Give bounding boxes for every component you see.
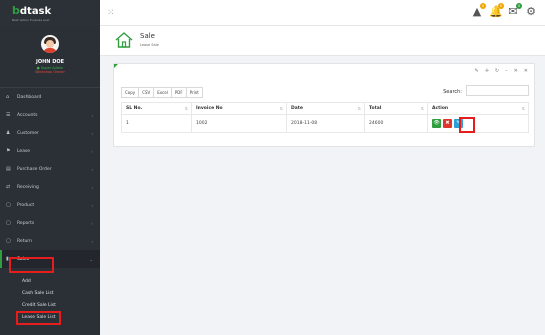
submenu-item-add[interactable]: Add bbox=[0, 275, 100, 287]
copy-button[interactable]: Copy bbox=[121, 87, 140, 98]
return-icon: ▢ bbox=[6, 238, 11, 244]
sidebar-item-return[interactable]: ▢ Return ‹ bbox=[0, 232, 100, 250]
lease-icon: ⚑ bbox=[6, 148, 11, 154]
sort-icon: ⇅ bbox=[357, 106, 361, 111]
sales-highlight-box bbox=[9, 257, 54, 273]
sidebar-item-product[interactable]: ▢ Product ‹ bbox=[0, 196, 100, 214]
lease-sale-highlight-box bbox=[16, 311, 61, 325]
search-input[interactable] bbox=[466, 85, 529, 96]
receiving-icon: ⇄ bbox=[6, 184, 11, 190]
sidebar-item-customer[interactable]: ♟ Customer ‹ bbox=[0, 124, 100, 142]
chevron-left-icon: ‹ bbox=[91, 166, 93, 172]
chevron-left-icon: ‹ bbox=[91, 148, 93, 154]
brand-tagline: Best option Purpose ever bbox=[12, 18, 50, 22]
sort-icon: ⇅ bbox=[279, 106, 283, 111]
sidebar-item-dashboard[interactable]: ⌂ Dashboard bbox=[0, 88, 100, 106]
page-subtitle: Lease Sale bbox=[140, 43, 159, 47]
logo: bdtask bbox=[12, 4, 52, 17]
sidebar-item-reports[interactable]: ▢ Reports ‹ bbox=[0, 214, 100, 232]
user-icon: ♟ bbox=[6, 130, 11, 136]
excel-button[interactable]: Excel bbox=[153, 87, 172, 98]
sort-icon: ⇅ bbox=[184, 106, 188, 111]
panel-tools: ✎ ✛ ↻ – ✕ ✕ bbox=[474, 68, 528, 74]
edit-highlight-box bbox=[459, 117, 475, 133]
submenu-item-cash-sale-list[interactable]: Cash Sale List bbox=[0, 287, 100, 299]
reports-icon: ▢ bbox=[6, 220, 11, 226]
refresh-icon[interactable]: ↻ bbox=[495, 68, 499, 74]
brand[interactable]: bdtask Best option Purpose ever bbox=[0, 0, 100, 26]
user-name: JOHN DOE bbox=[35, 59, 65, 65]
purchase-icon: ▤ bbox=[6, 166, 11, 172]
column-header-total[interactable]: Total ⇅ bbox=[364, 102, 428, 115]
print-button[interactable]: Print bbox=[185, 87, 203, 98]
sales-panel: ✎ ✛ ↻ – ✕ ✕ Copy CSV Excel PDF Print Sea… bbox=[113, 63, 535, 147]
grid-menu-icon[interactable]: ⁙ bbox=[107, 8, 117, 18]
mail-badge: 0 bbox=[516, 3, 522, 9]
panel-corner-marker bbox=[114, 64, 118, 68]
page-header: Sale Lease Sale bbox=[100, 26, 545, 56]
bell-icon[interactable]: 🔔 0 bbox=[489, 3, 504, 19]
chevron-left-icon: ‹ bbox=[91, 202, 93, 208]
chevron-left-icon: ‹ bbox=[91, 130, 93, 136]
home-outline-icon bbox=[115, 32, 133, 48]
submenu-item-credit-sale-list[interactable]: Credit Sale List bbox=[0, 299, 100, 311]
column-header-sl[interactable]: SL No. ⇅ bbox=[121, 102, 192, 115]
move-icon[interactable]: ✛ bbox=[485, 68, 489, 74]
home-icon: ⌂ bbox=[6, 94, 10, 100]
export-buttons: Copy CSV Excel PDF Print bbox=[121, 87, 203, 98]
sort-icon: ⇅ bbox=[521, 106, 525, 111]
cell-actions: 👁 ✖ ✎ bbox=[427, 114, 529, 133]
accounts-icon: ☰ bbox=[6, 112, 11, 118]
cell-total: 24600 bbox=[364, 114, 428, 133]
sidebar-item-receiving[interactable]: ⇄ Receiving ‹ bbox=[0, 178, 100, 196]
search-label: Search: bbox=[443, 89, 462, 95]
gear-icon[interactable]: ⚙ bbox=[525, 5, 537, 19]
alert-icon[interactable]: ▲ 0 bbox=[471, 3, 486, 19]
mail-icon[interactable]: ✉ 0 bbox=[507, 3, 522, 19]
topbar: ⁙ ▲ 0 🔔 0 ✉ 0 ⚙ bbox=[100, 0, 545, 26]
edit-icon[interactable]: ✎ bbox=[474, 68, 478, 74]
close-icon[interactable]: ✕ bbox=[524, 68, 528, 74]
cell-sl: 1 bbox=[121, 114, 192, 133]
chevron-left-icon: ‹ bbox=[91, 112, 93, 118]
product-icon: ▢ bbox=[6, 202, 11, 208]
chevron-left-icon: ‹ bbox=[91, 184, 93, 190]
user-role: Workshop Owner bbox=[35, 70, 65, 74]
delete-button[interactable]: ✖ bbox=[443, 119, 452, 128]
sort-icon: ⇅ bbox=[420, 106, 424, 111]
sidebar-item-accounts[interactable]: ☰ Accounts ‹ bbox=[0, 106, 100, 124]
cell-date: 2018-11-08 bbox=[286, 114, 365, 133]
csv-button[interactable]: CSV bbox=[138, 87, 155, 98]
column-header-invoice[interactable]: Invoice No ⇅ bbox=[191, 102, 287, 115]
chevron-down-icon: ⌄ bbox=[89, 256, 93, 262]
minimize-icon[interactable]: – bbox=[505, 68, 508, 74]
page-title: Sale bbox=[140, 32, 155, 40]
avatar bbox=[41, 35, 59, 53]
sidebar-item-purchase-order[interactable]: ▤ Purchase Order ‹ bbox=[0, 160, 100, 178]
view-button[interactable]: 👁 bbox=[432, 119, 441, 128]
topbar-icons: ▲ 0 🔔 0 ✉ 0 ⚙ bbox=[471, 3, 537, 19]
user-profile: JOHN DOE ● Super Admin Workshop Owner bbox=[0, 26, 100, 88]
cell-invoice: 1002 bbox=[191, 114, 287, 133]
pdf-button[interactable]: PDF bbox=[170, 87, 187, 98]
chevron-left-icon: ‹ bbox=[91, 238, 93, 244]
sidebar-menu: ⌂ Dashboard ☰ Accounts ‹ ♟ Customer ‹ ⚑ Lease ‹… bbox=[0, 88, 100, 268]
sidebar: bdtask Best option Purpose ever JOHN DOE… bbox=[0, 0, 100, 335]
expand-icon[interactable]: ✕ bbox=[514, 68, 518, 74]
sidebar-item-lease[interactable]: ⚑ Lease ‹ bbox=[0, 142, 100, 160]
alert-badge: 0 bbox=[480, 3, 486, 9]
column-header-action[interactable]: Action ⇅ bbox=[427, 102, 529, 115]
chevron-left-icon: ‹ bbox=[91, 220, 93, 226]
column-header-date[interactable]: Date ⇅ bbox=[286, 102, 365, 115]
table-header-row: SL No. ⇅ Invoice No ⇅ Date ⇅ Total ⇅ Action ⇅ bbox=[121, 102, 529, 115]
bell-badge: 0 bbox=[498, 3, 504, 9]
